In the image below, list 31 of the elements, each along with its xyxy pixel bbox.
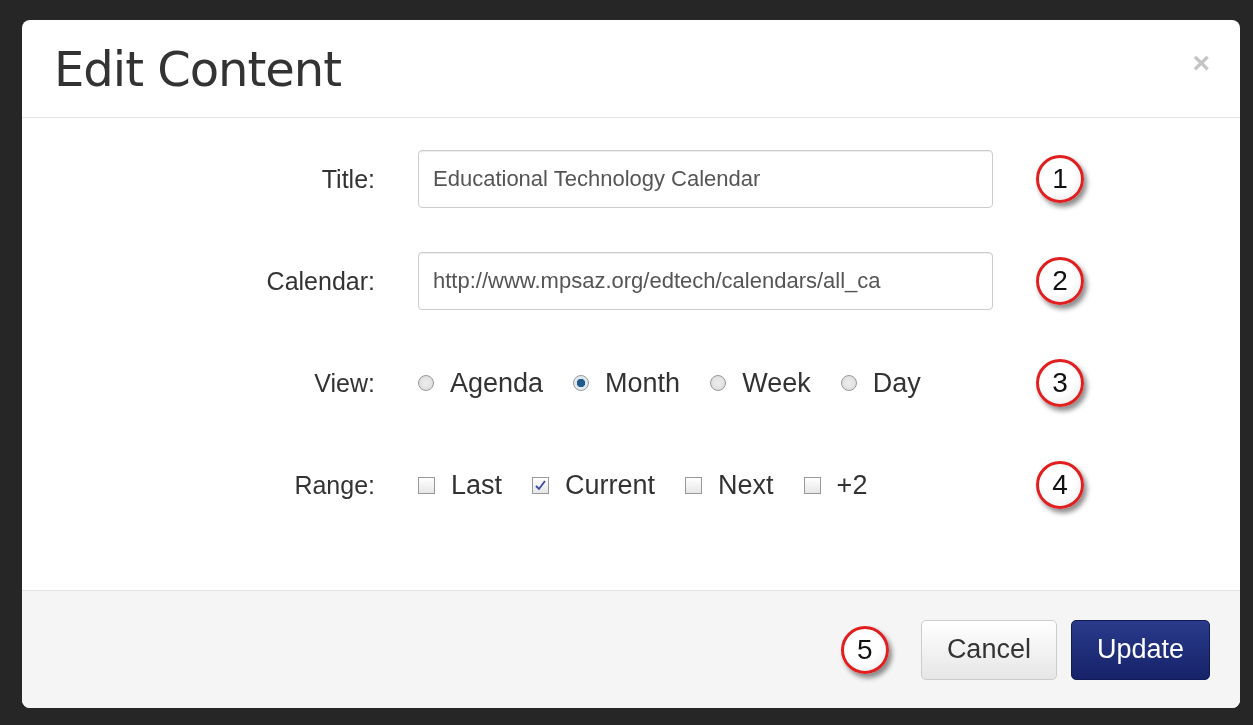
field-label: Calendar: (265, 266, 375, 296)
cancel-button[interactable]: Cancel (920, 619, 1057, 680)
checkbox-option[interactable]: Last (418, 469, 503, 501)
radio-option[interactable]: Agenda (418, 367, 544, 399)
callout-number: 2 (1036, 257, 1084, 305)
checkbox-option[interactable]: Next (685, 469, 774, 501)
radio-button[interactable] (840, 375, 857, 391)
field-label: Range: (293, 470, 375, 500)
callout-number: 4 (1036, 461, 1084, 509)
checkbox[interactable] (418, 476, 435, 494)
checkbox[interactable] (685, 476, 703, 494)
field-label: View: (313, 368, 375, 398)
checkbox[interactable] (803, 476, 821, 494)
field-label: Title: (320, 164, 375, 194)
radio-button[interactable] (573, 375, 590, 391)
callout-number: 5 (840, 625, 889, 674)
dialog-title: Edit Content (54, 40, 342, 97)
radio-option[interactable]: Month (573, 367, 681, 399)
callout-number: 3 (1036, 359, 1084, 407)
callout-number: 1 (1036, 155, 1084, 203)
radio-option[interactable]: Day (840, 367, 921, 399)
text-field[interactable]: http://www.mpsaz.org/edtech/calendars/all_ca (418, 252, 993, 310)
radio-option[interactable]: Week (710, 367, 811, 399)
checkbox-option[interactable]: +2 (803, 469, 868, 501)
radio-button[interactable] (418, 375, 434, 391)
checkbox[interactable] (532, 476, 550, 494)
radio-button[interactable] (710, 375, 727, 391)
text-field[interactable]: Educational Technology Calendar (418, 150, 993, 208)
check-icon (535, 479, 547, 491)
checkbox-option[interactable]: Current (532, 469, 656, 501)
update-button[interactable]: Update (1070, 619, 1210, 680)
